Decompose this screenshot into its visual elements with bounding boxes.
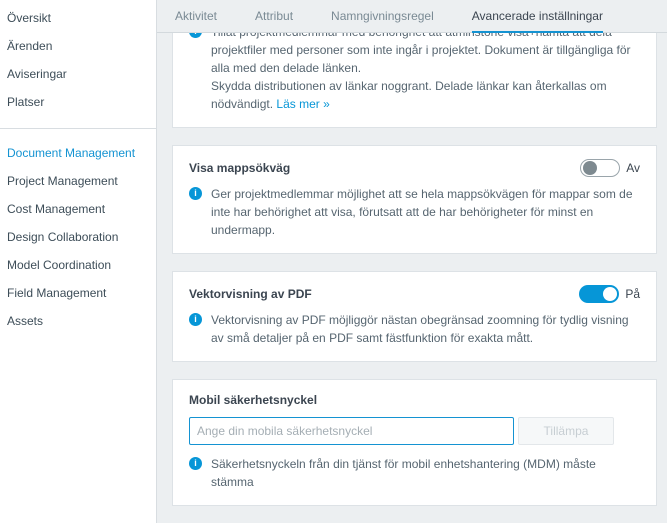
card-show-folder-path: Visa mappsökväg Av i Ger projektmedlemma… bbox=[172, 145, 657, 255]
sidebar-divider bbox=[0, 128, 156, 129]
card-mobile-security-key: Mobil säkerhetsnyckel Tillämpa i Säkerhe… bbox=[172, 379, 657, 507]
card-title: Visa mappsökväg bbox=[189, 161, 291, 176]
folder-path-toggle[interactable] bbox=[580, 159, 621, 178]
info-icon: i bbox=[189, 457, 202, 471]
tab-avancerade-installningar[interactable]: Avancerade inställningar bbox=[471, 0, 603, 33]
info-icon: i bbox=[189, 187, 202, 201]
mobile-key-info-text: Säkerhetsnyckeln från din tjänst för mob… bbox=[211, 457, 596, 490]
sidebar-item-aviseringar[interactable]: Aviseringar bbox=[0, 60, 156, 88]
share-publicly-info-text: Tillåt projektmedlemmar med behörighet a… bbox=[211, 33, 640, 113]
sidebar-item-document-management[interactable]: Document Management bbox=[0, 139, 156, 167]
sidebar-item-cost-management[interactable]: Cost Management bbox=[0, 195, 156, 223]
sidebar-item-platser[interactable]: Platser bbox=[0, 88, 156, 116]
sidebar-item-field-management[interactable]: Field Management bbox=[0, 279, 156, 307]
card-vector-pdf: Vektorvisning av PDF På i Vektorvisning … bbox=[172, 271, 657, 363]
sidebar-item-oversikt[interactable]: Översikt bbox=[0, 4, 156, 32]
toggle-state-label: På bbox=[625, 287, 640, 302]
sidebar: Översikt Ärenden Aviseringar Platser Doc… bbox=[0, 0, 157, 523]
tab-namngivningsregel[interactable]: Namngivningsregel bbox=[331, 0, 434, 33]
vector-pdf-toggle[interactable] bbox=[579, 285, 620, 304]
card-share-documents-publicly: Dela dokument offentligt På Offentliga l… bbox=[172, 33, 657, 129]
toggle-knob bbox=[583, 161, 598, 176]
card-title: Vektorvisning av PDF bbox=[189, 287, 312, 302]
apply-button[interactable]: Tillämpa bbox=[518, 417, 614, 446]
sidebar-item-arenden[interactable]: Ärenden bbox=[0, 32, 156, 60]
info-paragraph-1: Tillåt projektmedlemmar med behörighet a… bbox=[211, 33, 631, 76]
toggle-knob bbox=[603, 287, 618, 302]
vector-pdf-info-text: Vektorvisning av PDF möjliggör nästan ob… bbox=[211, 313, 629, 346]
settings-cards: Dela dokument offentligt På Offentliga l… bbox=[157, 33, 667, 523]
sidebar-item-model-coordination[interactable]: Model Coordination bbox=[0, 251, 156, 279]
tab-attribut[interactable]: Attribut bbox=[255, 0, 293, 33]
settings-content: Aktivitet Attribut Namngivningsregel Ava… bbox=[157, 0, 667, 523]
sidebar-item-project-management[interactable]: Project Management bbox=[0, 167, 156, 195]
info-icon: i bbox=[189, 33, 202, 39]
sidebar-item-design-collaboration[interactable]: Design Collaboration bbox=[0, 223, 156, 251]
tab-aktivitet[interactable]: Aktivitet bbox=[175, 0, 217, 33]
card-title: Mobil säkerhetsnyckel bbox=[189, 393, 318, 408]
toggle-state-label: Av bbox=[626, 161, 640, 176]
info-paragraph-2: Skydda distributionen av länkar noggrant… bbox=[211, 79, 607, 112]
info-icon: i bbox=[189, 313, 202, 327]
tabbar: Aktivitet Attribut Namngivningsregel Ava… bbox=[157, 0, 667, 33]
folder-path-info-text: Ger projektmedlemmar möjlighet att se he… bbox=[211, 187, 633, 238]
read-more-link[interactable]: Läs mer » bbox=[276, 97, 329, 111]
sidebar-item-assets[interactable]: Assets bbox=[0, 307, 156, 335]
mobile-security-key-input[interactable] bbox=[189, 417, 514, 446]
